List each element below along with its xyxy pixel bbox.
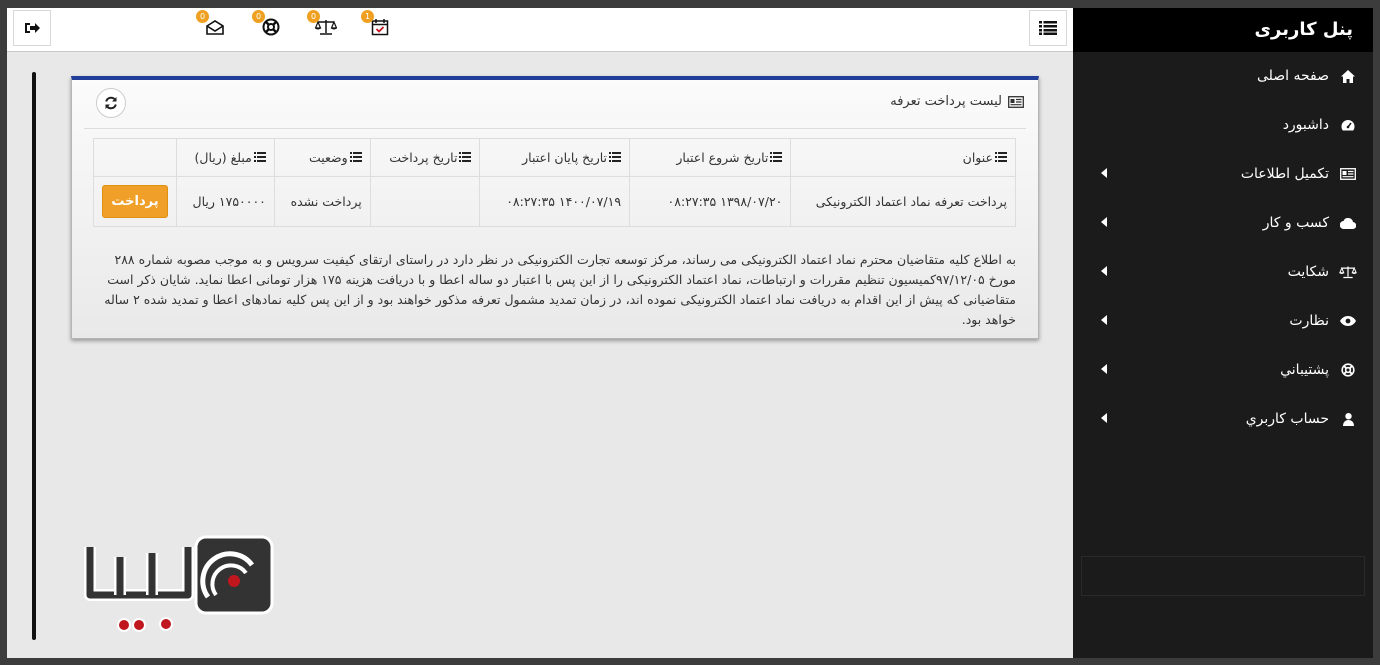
col-end-date: تاریخ پایان اعتبار [479,138,631,177]
top-bar: 0 0 0 1 [7,8,1073,52]
col-amount: مبلغ (ریال) [176,138,275,177]
col-payment-date: تاریخ پرداخت [369,138,481,177]
calendar-check-icon [371,19,389,36]
sidebar-item-monitoring[interactable]: نظارت [1073,299,1373,343]
tariff-payment-card: لیست پرداخت تعرفه عنوان تاریخ شروع اعتبا… [71,76,1039,339]
envelope-icon [206,20,224,35]
chevron-left-icon [1101,217,1107,227]
list-icon [1039,21,1057,35]
sidebar-item-label: پشتيباني [1280,362,1329,378]
card-separator [84,128,1026,129]
scale-icon [1339,266,1357,279]
sidebar-item-label: تکمیل اطلاعات [1240,166,1329,182]
calendar-badge: 1 [361,10,374,23]
pay-button[interactable]: پرداخت [102,185,169,218]
cloud-icon [1340,217,1356,229]
messages-button[interactable]: 0 [196,10,226,38]
card-title: لیست پرداخت تعرفه [890,94,1002,109]
row-end-date: ۱۴۰۰/۰۷/۱۹ ۰۸:۲۷:۳۵ [479,176,631,227]
dashboard-icon [1341,120,1355,131]
col-status: وضعیت [273,138,371,177]
row-title: پرداخت تعرفه نماد اعتماد الکترونیکی [790,176,1016,227]
complaints-button[interactable]: 0 [307,10,337,38]
lifebuoy-icon [1341,363,1355,377]
sidebar-title: پنل کاربری [1073,8,1373,52]
sidebar-item-home[interactable]: صفحه اصلی [1073,54,1373,98]
row-start-date: ۱۳۹۸/۰۷/۲۰ ۰۸:۲۷:۳۵ [629,176,792,227]
list-icon [995,150,1007,165]
sidebar-item-complete-info[interactable]: تکمیل اطلاعات [1073,152,1373,196]
messages-badge: 0 [196,10,209,23]
sidebar-item-dashboard[interactable]: داشبورد [1073,103,1373,147]
id-card-icon [1340,168,1356,180]
lifebuoy-icon [262,18,280,36]
list-icon [609,150,622,165]
support-badge: 0 [252,10,265,23]
chevron-left-icon [1101,266,1107,276]
chevron-left-icon [1101,364,1107,374]
notice-text: به اطلاع کلیه متقاضیان محترم نماد اعتماد… [104,252,1016,327]
brand-logo [84,535,274,632]
divider-bar [32,72,36,640]
chevron-left-icon [1101,168,1107,178]
list-icon [459,150,472,165]
sidebar-item-label: کسب و کار [1262,215,1329,231]
sidebar-watermark [1081,556,1365,596]
sidebar-item-label: صفحه اصلی [1256,68,1329,84]
table-row: پرداخت تعرفه نماد اعتماد الکترونیکی ۱۳۹۸… [92,176,1016,227]
col-action [92,138,178,177]
row-amount: ۱۷۵۰۰۰۰ ریال [176,176,275,227]
refresh-icon [105,96,117,110]
refresh-button[interactable] [96,88,126,118]
sidebar-item-label: داشبورد [1282,117,1329,133]
logout-button[interactable] [13,10,51,46]
sidebar-item-label: شکایت [1287,264,1329,280]
chevron-left-icon [1101,315,1107,325]
sidebar-item-account[interactable]: حساب كاربري [1073,397,1373,441]
sidebar-item-support[interactable]: پشتيباني [1073,348,1373,392]
user-icon [1342,412,1354,426]
menu-toggle-button[interactable] [1029,10,1067,46]
list-icon [770,150,783,165]
calendar-button[interactable]: 1 [361,10,391,38]
row-action-cell: پرداخت [92,176,178,227]
complaints-badge: 0 [307,10,320,23]
col-title: عنوان [790,138,1016,177]
table-header-row: عنوان تاریخ شروع اعتبار تاریخ پایان اعتب… [92,138,1016,177]
home-icon [1341,69,1355,83]
sign-out-icon [25,23,40,33]
sidebar-item-label: حساب كاربري [1245,411,1329,427]
row-payment-date [369,176,481,227]
eye-icon [1340,316,1356,326]
chevron-left-icon [1101,413,1107,423]
sidebar-item-label: نظارت [1289,313,1329,329]
sidebar-item-complaints[interactable]: شکایت [1073,250,1373,294]
card-header: لیست پرداخت تعرفه [890,94,1024,109]
row-status: پرداخت نشده [273,176,371,227]
support-button[interactable]: 0 [252,10,282,38]
list-icon [349,150,362,165]
col-start-date: تاریخ شروع اعتبار [629,138,792,177]
sidebar-item-business[interactable]: کسب و کار [1073,201,1373,245]
main-area: 0 0 0 1 لیست پرداخت تعرفه عنوان تاریخ شر… [7,8,1073,658]
payments-table: عنوان تاریخ شروع اعتبار تاریخ پایان اعتب… [92,138,1016,227]
list-icon [253,150,266,165]
id-card-icon [1008,95,1024,108]
sidebar: پنل کاربری صفحه اصلی داشبورد تکمیل اطلاع… [1073,8,1373,658]
